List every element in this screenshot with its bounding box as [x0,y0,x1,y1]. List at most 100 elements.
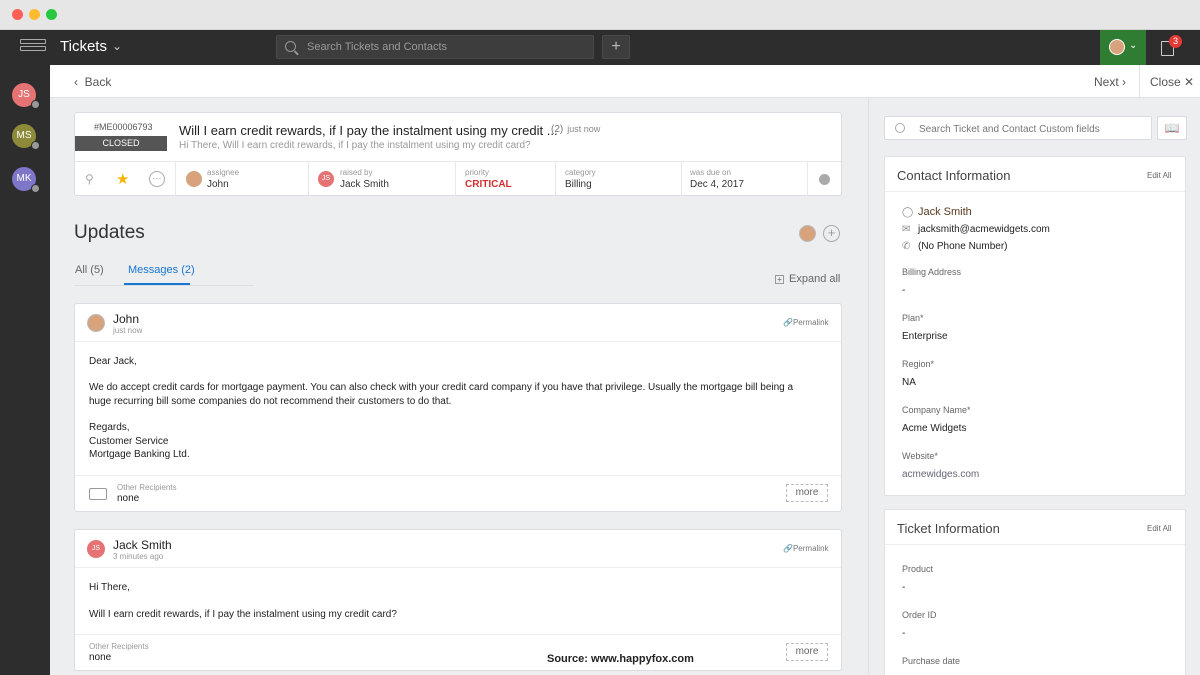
region-value[interactable]: NA [902,377,916,388]
presence-dot [31,141,40,150]
permalink-link[interactable]: 🔗Permalink [783,544,829,553]
active-tab-underline [124,283,190,285]
message-line: Will I earn credit rewards, if I pay the… [89,609,397,620]
tab-messages[interactable]: Messages (2) [128,264,195,276]
billing-address-value[interactable]: - [902,285,905,296]
ticket-properties-bar: ⚲ ★ ··· assignee John JS raised by Jack … [75,161,841,197]
chevron-down-icon[interactable]: ⌄ [112,39,122,53]
global-search-input[interactable] [307,39,587,55]
more-button[interactable]: more [786,643,828,661]
message-card: JS Jack Smith 3 minutes ago 🔗Permalink H… [74,529,842,671]
agents-rail: JS MS MK [0,65,50,675]
global-search[interactable] [276,35,594,59]
details-sidebar: 📖 Contact Information Edit All ◯Jack Smi… [868,98,1200,675]
custom-fields-search[interactable] [884,116,1152,140]
due-date-field[interactable]: was due on Dec 4, 2017 [682,162,808,197]
agent-avatar-js[interactable]: JS [12,83,40,109]
message-time: just now [113,326,143,335]
notification-badge: 3 [1169,35,1182,48]
raised-by-field[interactable]: JS raised by Jack Smith [309,162,456,197]
contact-avatar: JS [318,171,334,187]
recipients-value: none [89,652,112,663]
panel-title: Ticket Information [897,521,1000,536]
contact-name-row[interactable]: ◯ Jack Smith [902,206,972,218]
add-follower-button[interactable]: + [823,225,840,242]
company-name-value[interactable]: Acme Widgets [902,423,966,434]
agent-avatar-ms[interactable]: MS [12,124,40,150]
custom-fields-search-input[interactable] [919,121,1145,137]
message-line: Dear Jack, [89,356,137,367]
followers-avatar[interactable] [799,225,816,242]
source-caption: Source: www.happyfox.com [547,653,694,665]
assignee-avatar [186,171,202,187]
star-icon[interactable]: ★ [116,170,129,188]
window-titlebar [0,0,1200,30]
contact-email-row[interactable]: ✉ jacksmith@acmewidgets.com [902,224,1050,235]
book-icon: 📖 [1164,121,1180,135]
expand-all-button[interactable]: + Expand all [775,273,840,285]
author-avatar: JS [87,540,105,558]
ticket-information-panel: Ticket Information Edit All Product - Or… [884,509,1186,675]
presence-dot [31,100,40,109]
back-button[interactable]: ‹ Back [74,75,111,89]
knowledge-base-button[interactable]: 📖 [1157,116,1187,140]
edit-all-link[interactable]: Edit All [1147,171,1171,180]
assignee-field[interactable]: assignee John [176,162,309,197]
person-icon: ◯ [902,207,914,218]
user-avatar [1109,39,1125,55]
contact-phone-row: ✆ (No Phone Number) [902,241,1008,252]
author-avatar [87,314,105,332]
website-value[interactable]: acmewidges.com [902,469,979,480]
order-id-value[interactable]: - [902,628,905,639]
status-badge[interactable]: CLOSED [75,136,167,151]
window-close-dot[interactable] [12,9,23,20]
message-line: Mortgage Banking Ltd. [89,449,190,460]
plan-value[interactable]: Enterprise [902,331,948,342]
module-title[interactable]: Tickets [60,38,107,55]
author-name: John [113,312,140,326]
message-count: (2) just now [551,124,601,135]
tabs-divider [74,285,254,286]
presence-dot [31,184,40,193]
contact-information-panel: Contact Information Edit All ◯ Jack Smith… [884,156,1186,496]
close-button[interactable]: Close ✕ [1150,75,1194,89]
pin-icon[interactable]: ⚲ [85,172,97,186]
message-line: Customer Service [89,436,169,447]
search-icon [895,123,905,133]
ticket-preview: Hi There, Will I earn credit rewards, if… [179,140,531,151]
priority-field[interactable]: priority CRITICAL [456,162,556,197]
next-button[interactable]: Next › [1094,75,1126,89]
envelope-icon [89,488,107,500]
divider [1139,65,1140,98]
agent-avatar-mk[interactable]: MK [12,167,40,193]
window-zoom-dot[interactable] [46,9,57,20]
message-card: John just now 🔗Permalink Dear Jack, We d… [74,303,842,512]
product-value[interactable]: - [902,582,905,593]
search-icon [285,41,296,52]
message-header: JS Jack Smith 3 minutes ago 🔗Permalink [75,530,841,568]
panel-title: Contact Information [897,168,1011,183]
ticket-navbar: ‹ Back Next › Close ✕ [50,65,1200,98]
recipients-value: none [117,493,140,504]
message-line: Hi There, [89,582,130,593]
create-new-button[interactable]: + [602,35,630,59]
more-options-icon[interactable]: ··· [149,171,165,187]
updates-heading: Updates [74,222,145,243]
message-line: We do accept credit cards for mortgage p… [89,382,794,393]
category-field[interactable]: category Billing [556,162,682,197]
modules-menu-icon[interactable] [20,39,46,57]
phone-icon: ✆ [902,241,911,252]
ticket-id: #ME00006793 [94,122,153,132]
notifications-button[interactable]: 3 [1159,35,1182,56]
user-menu[interactable]: ⌄ [1100,30,1146,65]
ticket-main: #ME00006793 CLOSED Will I earn credit re… [50,98,868,675]
message-time: 3 minutes ago [113,552,164,561]
author-name: Jack Smith [113,538,172,552]
more-button[interactable]: more [786,484,828,502]
window-minimize-dot[interactable] [29,9,40,20]
tab-all[interactable]: All (5) [75,264,104,276]
message-header: John just now 🔗Permalink [75,304,841,342]
sla-status-dot [819,174,830,185]
edit-all-link[interactable]: Edit All [1147,524,1171,533]
permalink-link[interactable]: 🔗Permalink [783,318,829,327]
